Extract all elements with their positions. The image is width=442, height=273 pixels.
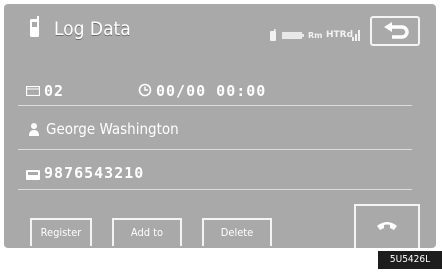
handset-icon <box>377 222 397 230</box>
phone-status-icon <box>270 29 276 41</box>
entry-datetime: 00/00 00:00 <box>156 82 267 100</box>
divider <box>18 189 412 190</box>
divider <box>18 105 412 106</box>
roaming-indicator: Rm <box>308 31 323 40</box>
divider <box>18 149 412 150</box>
register-button[interactable]: Register <box>30 218 92 246</box>
call-button[interactable] <box>354 204 420 248</box>
clock-icon <box>138 83 152 97</box>
battery-icon <box>282 32 304 39</box>
signal-indicator: HTRd <box>326 30 354 40</box>
page-title: Log Data <box>54 18 131 40</box>
return-arrow-icon <box>384 22 409 39</box>
status-indicators: Rm HTRd <box>268 29 378 43</box>
person-icon <box>29 123 39 136</box>
title-bar: Log Data Rm HTRd <box>4 4 436 48</box>
signal-bars-icon <box>352 30 360 41</box>
number-icon <box>26 170 40 180</box>
delete-button[interactable]: Delete <box>202 218 272 246</box>
phone-log-screen: Log Data Rm HTRd 02 00/00 00:00 George W… <box>4 4 436 248</box>
mobile-phone-icon <box>30 16 39 37</box>
phone-number: 9876543210 <box>44 164 145 182</box>
add-to-button[interactable]: Add to <box>112 218 182 246</box>
entry-id: 02 <box>44 82 65 100</box>
log-entry-icon <box>26 86 40 96</box>
figure-reference-code: 5U5426L <box>378 251 442 269</box>
back-button[interactable] <box>370 16 420 46</box>
contact-name: George Washington <box>46 120 179 138</box>
